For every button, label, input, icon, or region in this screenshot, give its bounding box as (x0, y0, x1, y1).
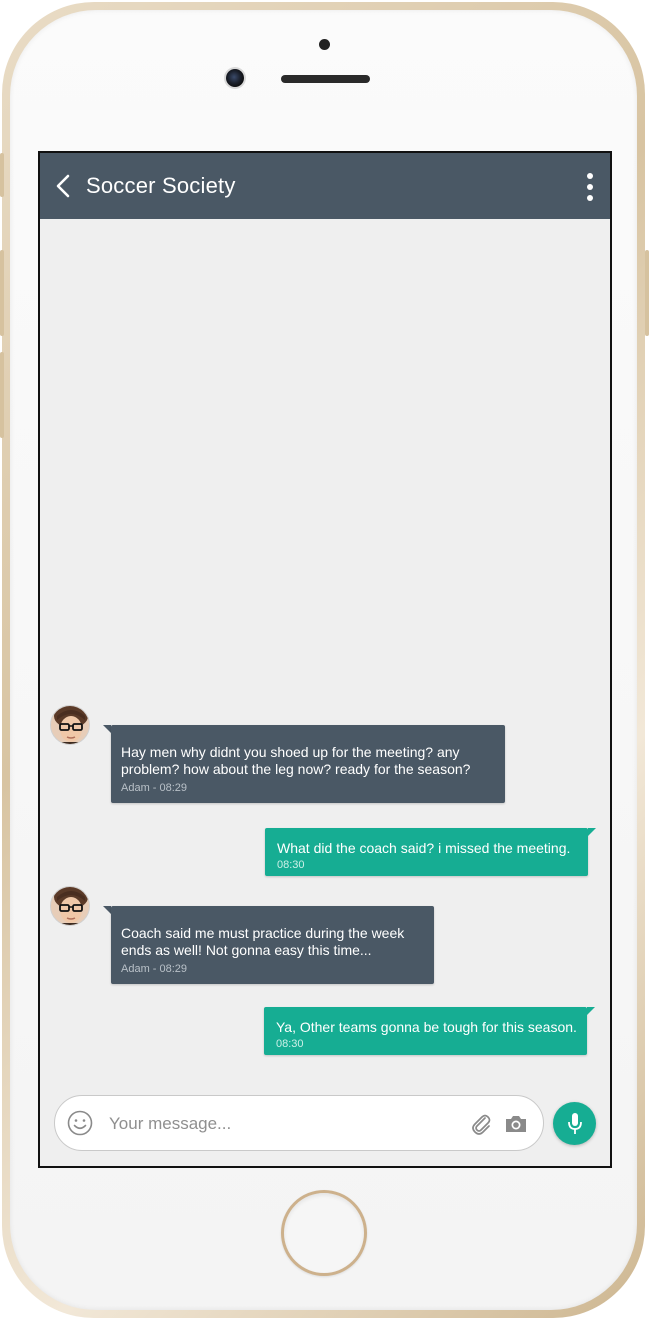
chat-screen: Soccer Society Hay men why didnt you sho… (38, 151, 612, 1168)
bubble-tail (587, 1007, 595, 1015)
back-arrow-icon (56, 174, 70, 198)
app-bar: Soccer Society (40, 153, 610, 219)
side-button-power (645, 250, 649, 336)
home-button[interactable] (281, 1190, 367, 1276)
paperclip-icon (472, 1114, 491, 1135)
avatar[interactable] (50, 705, 90, 745)
message-text: Coach said me must practice during the w… (121, 925, 405, 958)
microphone-icon (568, 1113, 582, 1134)
front-camera (226, 69, 244, 87)
attach-button[interactable] (470, 1112, 492, 1136)
voice-record-button[interactable] (553, 1102, 596, 1145)
more-options-button[interactable] (584, 171, 596, 203)
avatar-portrait-icon (51, 706, 89, 744)
avatar-portrait-icon (51, 887, 89, 925)
chat-title: Soccer Society (86, 173, 236, 198)
message-meta: 08:30 (277, 859, 305, 871)
back-button[interactable] (52, 171, 78, 201)
emoji-button[interactable] (67, 1110, 93, 1136)
incoming-message[interactable]: Coach said me must practice during the w… (111, 906, 434, 984)
message-text: Ya, Other teams gonna be tough for this … (276, 1019, 577, 1035)
bubble-tail (103, 725, 111, 733)
more-vertical-icon (587, 173, 593, 201)
bubble-tail (588, 828, 596, 836)
outgoing-message[interactable]: What did the coach said? i missed the me… (265, 828, 588, 876)
message-text: Hay men why didnt you shoed up for the m… (121, 744, 471, 777)
bubble-tail (103, 906, 111, 914)
outgoing-message[interactable]: Ya, Other teams gonna be tough for this … (264, 1007, 587, 1055)
emoji-icon (67, 1110, 93, 1136)
incoming-message[interactable]: Hay men why didnt you shoed up for the m… (111, 725, 505, 803)
camera-icon (506, 1116, 526, 1132)
proximity-sensor (319, 39, 330, 50)
message-composer (54, 1095, 544, 1151)
message-input[interactable] (107, 1110, 411, 1138)
earpiece-speaker (281, 75, 370, 83)
message-text: What did the coach said? i missed the me… (277, 840, 571, 856)
message-meta: Adam - 08:29 (121, 782, 188, 794)
message-meta: Adam - 08:29 (121, 963, 188, 975)
message-meta: 08:30 (276, 1038, 304, 1050)
camera-button[interactable] (504, 1113, 528, 1135)
side-button-mute (0, 153, 4, 197)
side-button-volume-down (0, 352, 4, 438)
avatar[interactable] (50, 886, 90, 926)
side-button-volume-up (0, 250, 4, 336)
